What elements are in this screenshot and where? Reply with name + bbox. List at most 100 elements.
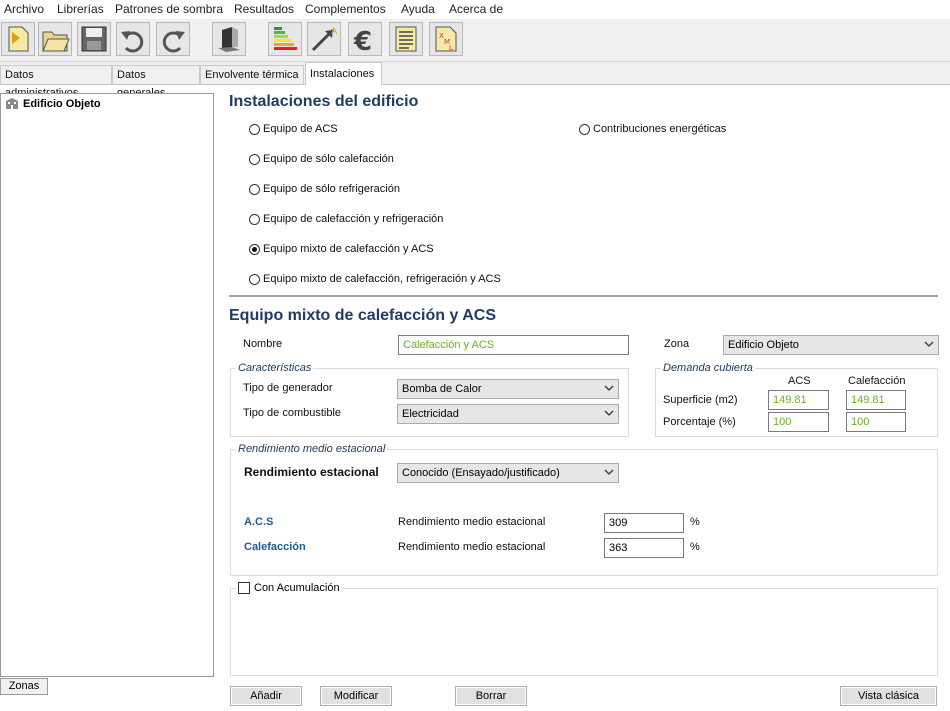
porcentaje-label: Porcentaje (%) — [663, 416, 736, 428]
acs-rendimiento-input[interactable]: 309 — [604, 513, 684, 533]
menu-complementos[interactable]: Complementos — [305, 2, 386, 16]
demanda-col-acs: ACS — [788, 375, 811, 387]
chevron-down-icon — [604, 469, 614, 475]
delete-button[interactable]: Borrar — [455, 686, 527, 706]
radio-label: Equipo de calefacción y refrigeración — [263, 213, 444, 225]
tab-bar: Datos administrativos Datos generales En… — [0, 62, 950, 99]
radio-circle — [249, 183, 260, 195]
tab-instalaciones[interactable]: Instalaciones — [305, 62, 382, 85]
radio-mixto-calefaccion-acs[interactable]: Equipo mixto de calefacción y ACS — [249, 243, 434, 255]
tipo-generador-label: Tipo de generador — [243, 382, 333, 394]
tipo-combustible-label: Tipo de combustible — [243, 407, 342, 419]
classic-view-button[interactable]: Vista clásica — [840, 686, 937, 706]
rendimiento-estacional-select[interactable]: Conocido (Ensayado/justificado) — [397, 463, 619, 483]
porcentaje-acs-input[interactable]: 100 — [768, 412, 829, 432]
radio-label: Contribuciones energéticas — [593, 123, 727, 135]
tab-envolvente-termica[interactable]: Envolvente térmica — [200, 65, 304, 84]
installations-title: Instalaciones del edificio — [229, 93, 419, 110]
radio-mixto-calefaccion-refrigeracion-acs[interactable]: Equipo mixto de calefacción, refrigeraci… — [249, 273, 501, 285]
calefaccion-rendimiento-label: Rendimiento medio estacional — [398, 541, 546, 553]
modify-button[interactable]: Modificar — [320, 686, 392, 706]
svg-text:A: A — [331, 27, 338, 37]
menu-acerca-de[interactable]: Acerca de — [449, 2, 503, 16]
radio-circle-selected — [249, 243, 260, 255]
rendimiento-legend: Rendimiento medio estacional — [236, 443, 388, 455]
menu-ayuda[interactable]: Ayuda — [401, 2, 435, 16]
zona-label: Zona — [664, 338, 690, 350]
tree-item-edificio-objeto[interactable]: Edificio Objeto — [5, 97, 101, 110]
porcentaje-calefaccion-input[interactable]: 100 — [846, 412, 906, 432]
rendimiento-estacional-value: Conocido (Ensayado/justificado) — [402, 467, 560, 479]
toolbar: A € XML — [0, 19, 950, 62]
radio-circle — [249, 153, 260, 165]
radio-circle — [249, 273, 260, 285]
checkbox-box — [238, 582, 250, 594]
radio-calefaccion-refrigeracion[interactable]: Equipo de calefacción y refrigeración — [249, 213, 443, 225]
acs-percent-unit: % — [690, 516, 700, 528]
tab-datos-administrativos[interactable]: Datos administrativos — [0, 65, 112, 99]
chevron-down-icon — [924, 341, 934, 347]
menu-resultados[interactable]: Resultados — [234, 2, 294, 16]
tipo-generador-value: Bomba de Calor — [402, 383, 482, 395]
3d-view-icon[interactable] — [212, 22, 246, 56]
radio-circle — [249, 213, 260, 225]
section-divider — [229, 295, 938, 297]
acs-label: A.C.S — [244, 516, 274, 528]
radio-equipo-acs[interactable]: Equipo de ACS — [249, 123, 338, 135]
redo-icon[interactable] — [156, 22, 190, 56]
radio-label: Equipo de ACS — [263, 123, 338, 135]
superficie-label: Superficie (m2) — [663, 394, 738, 406]
acs-rendimiento-label: Rendimiento medio estacional — [398, 516, 546, 528]
radio-label: Equipo de sólo refrigeración — [263, 183, 400, 195]
xml-icon[interactable]: XML — [429, 22, 463, 56]
open-folder-icon[interactable] — [38, 22, 72, 56]
tab-datos-generales[interactable]: Datos generales — [112, 65, 200, 99]
tipo-generador-select[interactable]: Bomba de Calor — [397, 379, 619, 399]
radio-label: Equipo mixto de calefacción, refrigeraci… — [263, 273, 501, 285]
new-file-icon[interactable] — [1, 22, 35, 56]
undo-icon[interactable] — [116, 22, 150, 56]
radio-label: Equipo de sólo calefacción — [263, 153, 394, 165]
zona-select-value: Edificio Objeto — [728, 339, 799, 351]
zone-tree[interactable]: Edificio Objeto — [0, 93, 214, 677]
acumulacion-checkbox[interactable]: Con Acumulación — [236, 582, 342, 594]
calefaccion-percent-unit: % — [690, 541, 700, 553]
calefaccion-rendimiento-input[interactable]: 363 — [604, 538, 684, 558]
menu-patrones-de-sombra[interactable]: Patrones de sombra — [115, 2, 223, 16]
energy-rating-icon[interactable] — [268, 22, 302, 56]
nombre-input[interactable]: Calefacción y ACS — [398, 335, 629, 355]
save-icon[interactable] — [77, 22, 111, 56]
equipment-title: Equipo mixto de calefacción y ACS — [229, 307, 497, 324]
radio-solo-calefaccion[interactable]: Equipo de sólo calefacción — [249, 153, 394, 165]
menu-archivo[interactable]: Archivo — [4, 2, 44, 16]
radio-circle — [579, 123, 590, 135]
building-icon — [6, 98, 18, 109]
report-icon[interactable] — [389, 22, 423, 56]
nombre-label: Nombre — [243, 338, 283, 350]
menu-librerias[interactable]: Librerías — [57, 2, 104, 16]
chevron-down-icon — [604, 385, 614, 391]
svg-text:L: L — [449, 44, 453, 52]
tipo-combustible-value: Electricidad — [402, 408, 459, 420]
svg-text:€: € — [353, 27, 372, 54]
calefaccion-label: Calefacción — [244, 541, 306, 553]
acumulacion-group — [230, 588, 938, 676]
radio-solo-refrigeracion[interactable]: Equipo de sólo refrigeración — [249, 183, 400, 195]
euro-icon[interactable]: € — [348, 22, 382, 56]
improvement-measures-icon[interactable]: A — [307, 22, 341, 56]
zonas-button[interactable]: Zonas — [0, 678, 48, 695]
chevron-down-icon — [604, 410, 614, 416]
add-button[interactable]: Añadir — [230, 686, 302, 706]
menu-bar: Archivo Librerías Patrones de sombra Res… — [0, 0, 950, 18]
caracteristicas-legend: Características — [236, 362, 314, 374]
radio-contribuciones-energeticas[interactable]: Contribuciones energéticas — [579, 123, 726, 135]
checkbox-label: Con Acumulación — [254, 582, 340, 594]
superficie-acs-input[interactable]: 149.81 — [768, 390, 829, 410]
tipo-combustible-select[interactable]: Electricidad — [397, 404, 619, 424]
tree-item-label: Edificio Objeto — [23, 97, 101, 110]
demanda-legend: Demanda cubierta — [661, 362, 755, 374]
superficie-calefaccion-input[interactable]: 149.81 — [846, 390, 906, 410]
rendimiento-estacional-label: Rendimiento estacional — [244, 465, 379, 479]
zona-select[interactable]: Edificio Objeto — [723, 335, 939, 355]
demanda-col-calefaccion: Calefacción — [848, 375, 906, 387]
